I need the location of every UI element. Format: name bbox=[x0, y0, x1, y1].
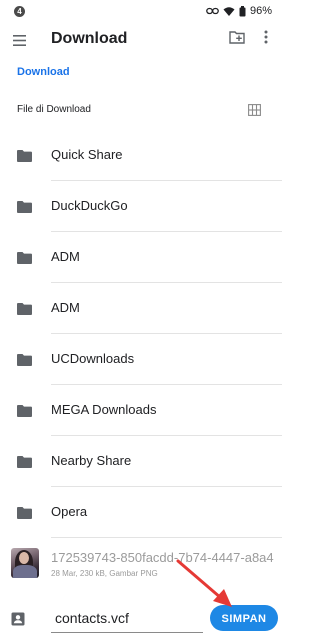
folder-list: Quick Share DuckDuckGo ADM ADM UCDownloa… bbox=[0, 130, 288, 538]
battery-icon bbox=[239, 5, 246, 17]
file-meta: 28 Mar, 230 kB, Gambar PNG bbox=[51, 569, 158, 578]
grid-view-icon[interactable] bbox=[248, 103, 261, 121]
folder-icon bbox=[17, 251, 32, 269]
page-title: Download bbox=[51, 30, 128, 47]
folder-icon bbox=[17, 455, 32, 473]
folder-item[interactable]: DuckDuckGo bbox=[0, 181, 288, 232]
folder-item[interactable]: Nearby Share bbox=[0, 436, 288, 487]
notification-badge-icon: 4 bbox=[14, 6, 25, 17]
folder-item[interactable]: ADM bbox=[0, 232, 288, 283]
folder-item[interactable]: Quick Share bbox=[0, 130, 288, 181]
new-folder-icon[interactable] bbox=[229, 30, 245, 49]
folder-icon bbox=[17, 353, 32, 371]
folder-name: Quick Share bbox=[51, 147, 123, 162]
folder-item[interactable]: ADM bbox=[0, 283, 288, 334]
folder-icon bbox=[17, 506, 32, 524]
folder-name: UCDownloads bbox=[51, 351, 135, 366]
more-vert-icon[interactable] bbox=[264, 30, 268, 49]
filename-input[interactable]: contacts.vcf bbox=[51, 605, 203, 633]
save-button[interactable]: SIMPAN bbox=[210, 605, 278, 631]
section-title: File di Download bbox=[17, 104, 91, 115]
wifi-icon bbox=[223, 6, 235, 17]
folder-name: Opera bbox=[51, 504, 88, 519]
folder-name: ADM bbox=[51, 300, 80, 315]
folder-item[interactable]: Opera bbox=[0, 487, 288, 538]
save-bar: contacts.vcf SIMPAN bbox=[0, 596, 288, 640]
folder-name: ADM bbox=[51, 249, 80, 264]
breadcrumb-download[interactable]: Download bbox=[17, 66, 70, 78]
file-item: 172539743-850facdd-7b74-4447-a8a4 28 Mar… bbox=[0, 538, 288, 588]
folder-icon bbox=[17, 149, 32, 167]
file-name: 172539743-850facdd-7b74-4447-a8a4 bbox=[51, 550, 274, 565]
contact-card-icon bbox=[11, 612, 25, 631]
folder-name: DuckDuckGo bbox=[51, 198, 128, 213]
folder-item[interactable]: UCDownloads bbox=[0, 334, 288, 385]
save-file-picker-screen: 4 96% Download Download File di Download… bbox=[0, 0, 288, 640]
folder-icon bbox=[17, 200, 32, 218]
folder-name: Nearby Share bbox=[51, 453, 132, 468]
file-thumbnail bbox=[11, 548, 39, 578]
folder-icon bbox=[17, 404, 32, 422]
link-icon bbox=[206, 6, 219, 16]
status-icons: 96% bbox=[206, 4, 272, 18]
folder-icon bbox=[17, 302, 32, 320]
menu-icon[interactable] bbox=[13, 33, 26, 51]
folder-name: MEGA Downloads bbox=[51, 402, 157, 417]
app-bar: Download bbox=[0, 22, 288, 58]
status-bar: 4 96% bbox=[0, 0, 288, 22]
battery-percent: 96% bbox=[249, 5, 272, 17]
folder-item[interactable]: MEGA Downloads bbox=[0, 385, 288, 436]
